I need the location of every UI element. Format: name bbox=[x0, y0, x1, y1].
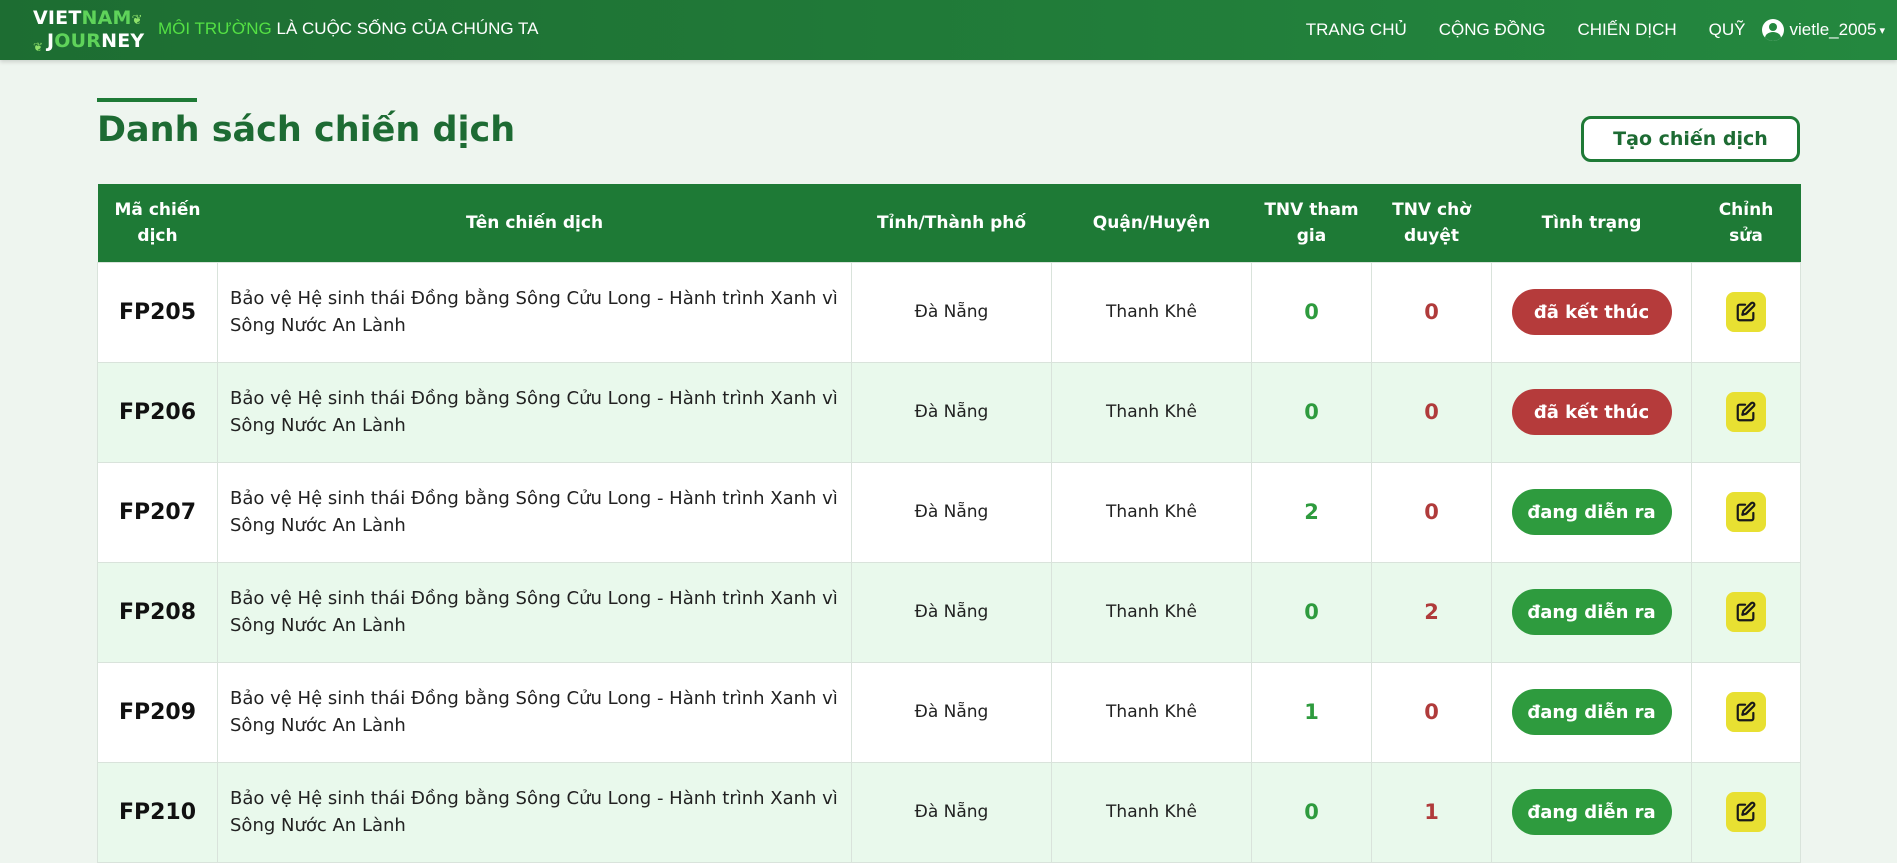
status-cell: đang diễn ra bbox=[1491, 561, 1692, 663]
edit-button[interactable] bbox=[1726, 792, 1766, 832]
volunteers-pending: 2 bbox=[1371, 561, 1492, 663]
caret-down-icon: ▾ bbox=[1879, 24, 1885, 37]
slogan: MÔI TRƯỜNG LÀ CUỘC SỐNG CỦA CHÚNG TA bbox=[158, 19, 539, 38]
volunteers-pending: 0 bbox=[1371, 461, 1492, 563]
campaign-district: Thanh Khê bbox=[1051, 361, 1252, 463]
edit-icon bbox=[1735, 801, 1757, 823]
edit-button[interactable] bbox=[1726, 392, 1766, 432]
volunteers-pending: 0 bbox=[1371, 661, 1492, 763]
navbar: VIETNAM❦ ❦ JOURNEY MÔI TRƯỜNG LÀ CUỘC SỐ… bbox=[0, 0, 1897, 60]
status-badge: đã kết thúc bbox=[1511, 389, 1672, 435]
status-cell: đang diễn ra bbox=[1491, 761, 1692, 863]
volunteers-joined: 2 bbox=[1251, 461, 1372, 563]
table-row: FP208 Bảo vệ Hệ sinh thái Đồng bằng Sông … bbox=[97, 561, 1801, 663]
col-header-joined: TNV tham gia bbox=[1264, 199, 1359, 246]
campaign-code: FP210 bbox=[97, 761, 218, 863]
campaign-district: Thanh Khê bbox=[1051, 461, 1252, 563]
campaign-name: Bảo vệ Hệ sinh thái Đồng bằng Sông Cửu L… bbox=[217, 661, 852, 763]
table-row: FP209 Bảo vệ Hệ sinh thái Đồng bằng Sông … bbox=[97, 661, 1801, 763]
volunteers-pending: 0 bbox=[1371, 361, 1492, 463]
volunteers-joined: 0 bbox=[1251, 761, 1372, 863]
col-header-name: Tên chiến dịch bbox=[465, 212, 604, 233]
nav-campaigns[interactable]: CHIẾN DỊCH bbox=[1577, 20, 1676, 40]
nav-community[interactable]: CỘNG ĐỒNG bbox=[1439, 20, 1546, 40]
volunteers-joined: 0 bbox=[1251, 561, 1372, 663]
table-header: Mã chiến dịch Tên chiến dịch Tỉnh/Thành … bbox=[97, 184, 1801, 262]
campaign-district: Thanh Khê bbox=[1051, 761, 1252, 863]
username: vietle_2005 bbox=[1789, 20, 1877, 39]
campaign-province: Đà Nẵng bbox=[851, 461, 1052, 563]
status-cell: đã kết thúc bbox=[1491, 261, 1692, 363]
campaign-name: Bảo vệ Hệ sinh thái Đồng bằng Sông Cửu L… bbox=[217, 461, 852, 563]
table-row: FP206 Bảo vệ Hệ sinh thái Đồng bằng Sông … bbox=[97, 361, 1801, 463]
campaign-name: Bảo vệ Hệ sinh thái Đồng bằng Sông Cửu L… bbox=[217, 561, 852, 663]
status-badge: đang diễn ra bbox=[1511, 789, 1672, 835]
edit-cell bbox=[1691, 461, 1801, 563]
leaf-icon: ❦ bbox=[131, 13, 143, 28]
campaign-code: FP205 bbox=[97, 261, 218, 363]
campaign-code: FP208 bbox=[97, 561, 218, 663]
edit-cell bbox=[1691, 261, 1801, 363]
campaign-district: Thanh Khê bbox=[1051, 261, 1252, 363]
user-circle-icon bbox=[1761, 19, 1784, 41]
edit-cell bbox=[1691, 661, 1801, 763]
status-badge: đang diễn ra bbox=[1511, 689, 1672, 735]
title-accent-bar bbox=[97, 98, 197, 102]
volunteers-joined: 0 bbox=[1251, 361, 1372, 463]
nav-links: TRANG CHỦ CỘNG ĐỒNG CHIẾN DỊCH QUỸ vietl… bbox=[1274, 0, 1885, 60]
status-badge: đã kết thúc bbox=[1511, 289, 1672, 335]
nav-fund[interactable]: QUỸ bbox=[1709, 20, 1746, 40]
logo[interactable]: VIETNAM❦ ❦ JOURNEY bbox=[33, 8, 153, 55]
campaign-province: Đà Nẵng bbox=[851, 761, 1052, 863]
nav-home[interactable]: TRANG CHỦ bbox=[1306, 20, 1407, 40]
campaign-province: Đà Nẵng bbox=[851, 661, 1052, 763]
campaign-code: FP207 bbox=[97, 461, 218, 563]
table-row: FP210 Bảo vệ Hệ sinh thái Đồng bằng Sông … bbox=[97, 761, 1801, 863]
campaign-name: Bảo vệ Hệ sinh thái Đồng bằng Sông Cửu L… bbox=[217, 361, 852, 463]
status-badge: đang diễn ra bbox=[1511, 589, 1672, 635]
edit-icon bbox=[1735, 701, 1757, 723]
create-campaign-button[interactable]: Tạo chiến dịch bbox=[1581, 116, 1800, 162]
col-header-district: Quận/Huyện bbox=[1092, 212, 1211, 233]
edit-cell bbox=[1691, 761, 1801, 863]
edit-button[interactable] bbox=[1726, 692, 1766, 732]
edit-icon bbox=[1735, 601, 1757, 623]
campaign-district: Thanh Khê bbox=[1051, 561, 1252, 663]
campaign-province: Đà Nẵng bbox=[851, 561, 1052, 663]
campaign-table: Mã chiến dịch Tên chiến dịch Tỉnh/Thành … bbox=[97, 184, 1801, 863]
campaign-name: Bảo vệ Hệ sinh thái Đồng bằng Sông Cửu L… bbox=[217, 761, 852, 863]
campaign-province: Đà Nẵng bbox=[851, 261, 1052, 363]
volunteers-pending: 0 bbox=[1371, 261, 1492, 363]
campaign-province: Đà Nẵng bbox=[851, 361, 1052, 463]
volunteers-pending: 1 bbox=[1371, 761, 1492, 863]
edit-button[interactable] bbox=[1726, 292, 1766, 332]
campaign-code: FP209 bbox=[97, 661, 218, 763]
col-header-pending: TNV chờ duyệt bbox=[1392, 199, 1471, 246]
edit-button[interactable] bbox=[1726, 492, 1766, 532]
page-title: Danh sách chiến dịch bbox=[97, 110, 516, 150]
volunteers-joined: 0 bbox=[1251, 261, 1372, 363]
leaf-icon: ❦ bbox=[33, 40, 44, 54]
edit-cell bbox=[1691, 361, 1801, 463]
edit-icon bbox=[1735, 501, 1757, 523]
campaign-code: FP206 bbox=[97, 361, 218, 463]
edit-cell bbox=[1691, 561, 1801, 663]
edit-icon bbox=[1735, 401, 1757, 423]
table-row: FP207 Bảo vệ Hệ sinh thái Đồng bằng Sông … bbox=[97, 461, 1801, 563]
campaign-name: Bảo vệ Hệ sinh thái Đồng bằng Sông Cửu L… bbox=[217, 261, 852, 363]
status-cell: đang diễn ra bbox=[1491, 461, 1692, 563]
edit-icon bbox=[1735, 301, 1757, 323]
status-cell: đã kết thúc bbox=[1491, 361, 1692, 463]
volunteers-joined: 1 bbox=[1251, 661, 1372, 763]
col-header-province: Tỉnh/Thành phố bbox=[876, 212, 1027, 233]
edit-button[interactable] bbox=[1726, 592, 1766, 632]
user-menu[interactable]: vietle_2005 ▾ bbox=[1761, 19, 1885, 41]
status-cell: đang diễn ra bbox=[1491, 661, 1692, 763]
col-header-status: Tình trạng bbox=[1541, 212, 1642, 233]
campaign-district: Thanh Khê bbox=[1051, 661, 1252, 763]
status-badge: đang diễn ra bbox=[1511, 489, 1672, 535]
table-row: FP205 Bảo vệ Hệ sinh thái Đồng bằng Sông … bbox=[97, 261, 1801, 363]
col-header-edit: Chỉnh sửa bbox=[1718, 199, 1774, 246]
col-header-code: Mã chiến dịch bbox=[114, 199, 201, 246]
